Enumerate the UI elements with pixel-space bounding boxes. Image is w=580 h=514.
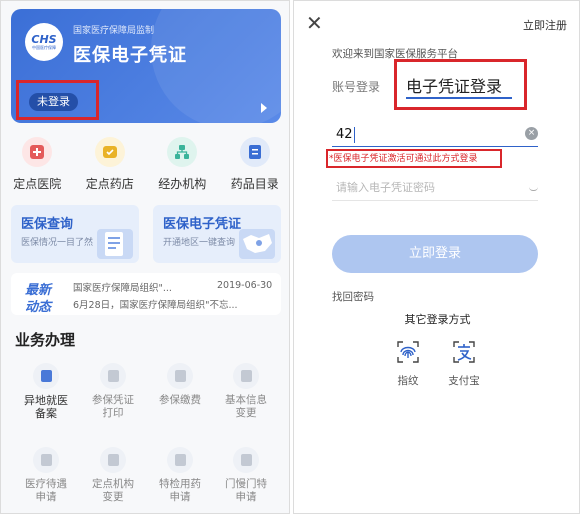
quick-item-agency[interactable]: 经办机构 — [146, 137, 219, 199]
service-label: 医疗待遇 申请 — [25, 478, 67, 503]
service-special-drug[interactable]: 特检用药 申请 — [147, 447, 213, 504]
logo-subtext: 中国医疗保障 — [32, 45, 56, 50]
service-remote-medical[interactable]: 异地就医 备案 — [13, 363, 79, 420]
close-icon[interactable]: ✕ — [306, 13, 323, 33]
home-screen: CHS 中国医疗保障 国家医疗保障局监制 医保电子凭证 未登录 定点医院 定点药… — [0, 0, 290, 514]
card-title: 医保查询 — [21, 217, 74, 232]
logo-text: CHS — [31, 33, 57, 46]
hospital-icon — [22, 137, 53, 167]
chs-logo: CHS 中国医疗保障 — [25, 23, 63, 61]
quick-item-label: 药品目录 — [230, 177, 279, 191]
catalog-icon — [239, 137, 270, 167]
service-label: 参保缴费 — [159, 394, 201, 406]
highlight-box — [326, 149, 502, 168]
alipay-icon — [449, 337, 479, 367]
highlight-box — [16, 80, 99, 120]
card-title: 医保电子凭证 — [163, 217, 242, 232]
news-date: 2019-06-30 — [217, 280, 273, 291]
quick-item-label: 定点药店 — [85, 177, 134, 191]
banner-org: 国家医疗保障局监制 — [73, 26, 155, 36]
card-subtitle: 开通地区一键查询 — [163, 238, 236, 248]
service-label: 特检用药 申请 — [159, 478, 201, 503]
fingerprint-icon — [393, 337, 423, 367]
service-icon — [167, 363, 193, 389]
service-treatment-apply[interactable]: 医疗待遇 申请 — [13, 447, 79, 504]
card-ecert[interactable]: 医保电子凭证 开通地区一键查询 — [153, 205, 281, 263]
service-label: 异地就医 备案 — [24, 394, 68, 420]
service-cert-print[interactable]: 参保凭证 打印 — [80, 363, 146, 420]
other-methods-title: 其它登录方式 — [404, 313, 471, 326]
service-icon — [167, 447, 193, 473]
agency-icon — [167, 137, 198, 167]
service-chronic-apply[interactable]: 门慢门特 申请 — [213, 447, 279, 504]
quick-item-catalog[interactable]: 药品目录 — [219, 137, 290, 199]
clear-icon[interactable]: × — [525, 127, 538, 140]
service-icon — [100, 447, 126, 473]
method-label: 指纹 — [397, 375, 419, 387]
text-caret — [354, 127, 355, 143]
service-institution-change[interactable]: 定点机构 变更 — [80, 447, 146, 504]
service-label: 参保凭证 打印 — [92, 394, 134, 419]
alipay-login[interactable]: 支付宝 — [442, 337, 486, 388]
news-ticker[interactable]: 最新 动态 国家医疗保障局组织"... 2019-06-30 6月28日，国家医… — [11, 273, 281, 315]
service-icon — [100, 363, 126, 389]
section-title: 业务办理 — [15, 331, 76, 349]
quick-access-grid: 定点医院 定点药店 经办机构 药品目录 — [1, 137, 290, 199]
service-payment[interactable]: 参保缴费 — [147, 363, 213, 407]
news-tag: 动态 — [25, 300, 52, 315]
login-button[interactable]: 立即登录 — [332, 235, 538, 273]
chevron-right-icon[interactable] — [261, 103, 267, 113]
recover-password-link[interactable]: 找回密码 — [332, 289, 374, 304]
tab-account-login[interactable]: 账号登录 — [332, 78, 380, 95]
quick-item-hospital[interactable]: 定点医院 — [1, 137, 74, 199]
service-label: 定点机构 变更 — [92, 478, 134, 503]
register-link[interactable]: 立即注册 — [523, 17, 567, 33]
password-field[interactable] — [332, 179, 538, 201]
service-icon — [33, 447, 59, 473]
map-illustration-icon — [239, 229, 275, 259]
service-icon — [33, 363, 59, 389]
account-input-value: 42 — [336, 127, 353, 142]
password-input[interactable] — [336, 181, 516, 194]
quick-item-label: 定点医院 — [13, 177, 62, 191]
service-icon — [233, 447, 259, 473]
service-label: 门慢门特 申请 — [225, 478, 267, 503]
method-label: 支付宝 — [448, 375, 480, 387]
eye-closed-icon[interactable] — [529, 187, 538, 191]
news-headline: 国家医疗保障局组织"... — [73, 283, 172, 294]
service-info-change[interactable]: 基本信息 变更 — [213, 363, 279, 420]
card-subtitle: 医保情况一目了然 — [21, 238, 94, 248]
account-input[interactable]: 42 × — [332, 125, 538, 147]
service-label: 基本信息 变更 — [225, 394, 267, 419]
quick-item-pharmacy[interactable]: 定点药店 — [74, 137, 147, 199]
pharmacy-icon — [94, 137, 125, 167]
service-icon — [233, 363, 259, 389]
login-screen: ✕ 立即注册 欢迎来到国家医保服务平台 账号登录 电子凭证登录 42 × *医保… — [293, 0, 580, 514]
news-summary: 6月28日，国家医疗保障局组织"不忘... — [73, 300, 238, 311]
banner-title: 医保电子凭证 — [73, 45, 187, 66]
card-insurance-query[interactable]: 医保查询 医保情况一目了然 — [11, 205, 139, 263]
document-illustration-icon — [97, 229, 133, 259]
quick-item-label: 经办机构 — [158, 177, 207, 191]
highlight-box — [394, 59, 527, 110]
fingerprint-login[interactable]: 指纹 — [386, 337, 430, 388]
